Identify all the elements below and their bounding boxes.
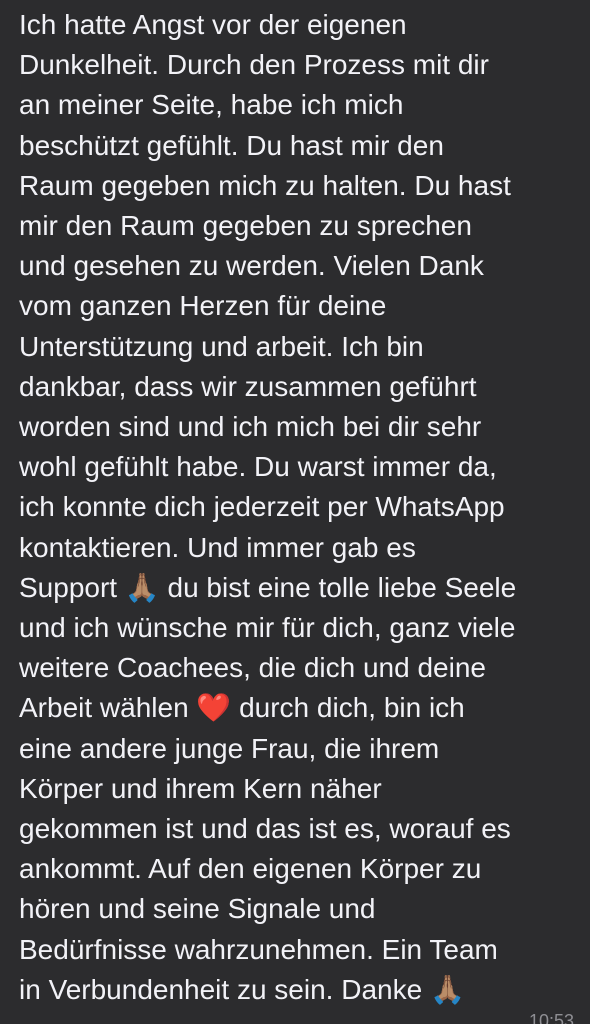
message-timestamp: 10:53	[528, 1011, 574, 1024]
message-bubble[interactable]: Ich hatte Angst vor der eigenen Dunkelhe…	[0, 0, 590, 1024]
message-text: Ich hatte Angst vor der eigenen Dunkelhe…	[19, 9, 517, 1005]
